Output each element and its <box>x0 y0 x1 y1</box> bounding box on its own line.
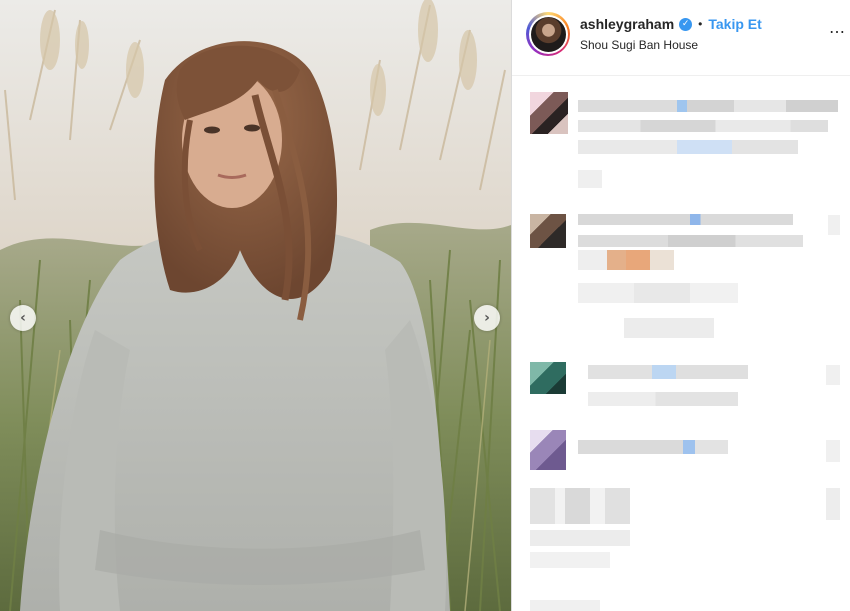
comment-avatar <box>530 362 566 394</box>
more-options-icon[interactable]: ⋯ <box>829 22 846 42</box>
carousel-prev-button[interactable]: ‹ <box>10 305 36 331</box>
chevron-right-icon: › <box>484 310 490 326</box>
location-link[interactable]: Shou Sugi Ban House <box>580 38 698 52</box>
comment-text-blurred <box>588 365 748 379</box>
comment-text-blurred <box>578 100 838 112</box>
verified-badge-icon: ✓ <box>679 17 693 31</box>
comment-avatar <box>530 92 568 134</box>
comment-avatar <box>530 430 566 470</box>
comment-text-blurred <box>578 214 793 225</box>
username-row: ashleygraham ✓ • Takip Et <box>580 16 762 32</box>
comment-avatar <box>530 214 566 248</box>
follow-button[interactable]: Takip Et <box>708 16 761 32</box>
carousel-next-button[interactable]: › <box>474 305 500 331</box>
comment-text-blurred <box>578 440 728 454</box>
post-image <box>0 0 511 611</box>
post-header: ashleygraham ✓ • Takip Et Shou Sugi Ban … <box>512 0 850 76</box>
avatar-image <box>530 16 566 52</box>
separator-dot: • <box>698 17 703 31</box>
avatar[interactable] <box>526 12 570 56</box>
post-side-panel: ashleygraham ✓ • Takip Et Shou Sugi Ban … <box>512 0 850 611</box>
username-link[interactable]: ashleygraham <box>580 16 674 32</box>
chevron-left-icon: ‹ <box>20 310 26 326</box>
post-photo[interactable]: ‹ › <box>0 0 511 611</box>
